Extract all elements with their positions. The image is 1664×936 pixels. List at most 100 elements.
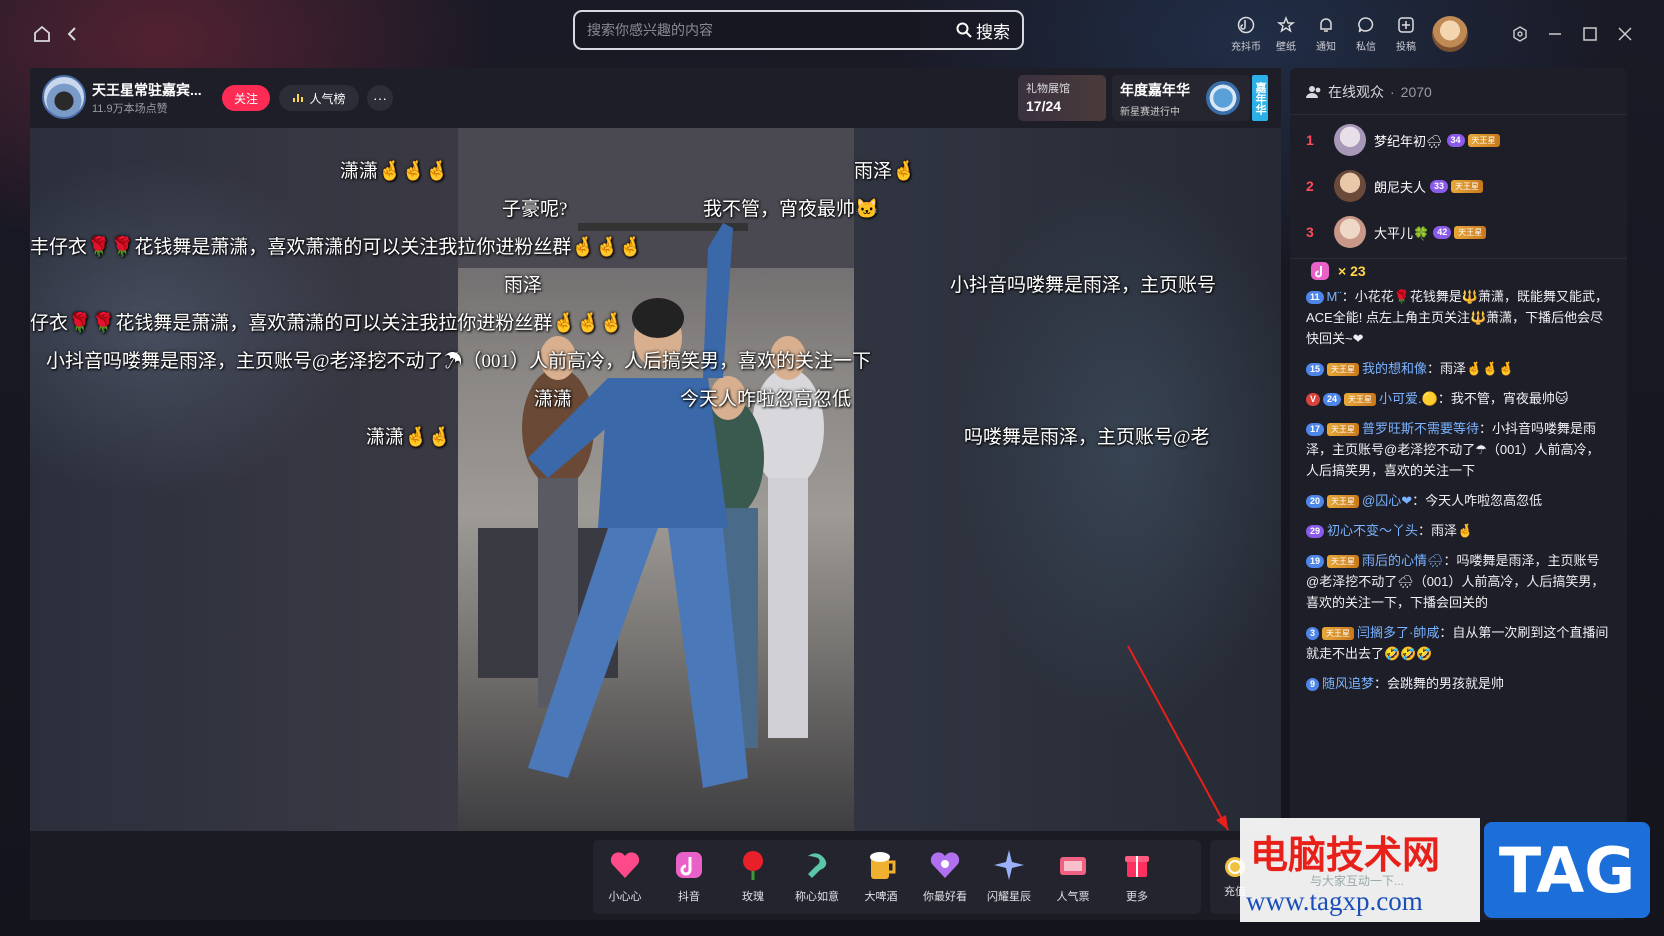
notification-button[interactable]: 通知 bbox=[1306, 14, 1346, 53]
minimize-icon[interactable] bbox=[1543, 22, 1567, 46]
rank-row[interactable]: 2 朗尼夫人 33 天王星 bbox=[1306, 166, 1606, 206]
carnival-banner[interactable]: 年度嘉年华 新星赛进行中 bbox=[1112, 75, 1250, 121]
gift-beer[interactable]: 大啤酒 bbox=[849, 846, 913, 904]
users-icon bbox=[1306, 86, 1321, 98]
bell-icon bbox=[1317, 14, 1335, 36]
carnival-medal-icon bbox=[1206, 81, 1240, 115]
close-icon[interactable] bbox=[1613, 22, 1637, 46]
rank-row[interactable]: 1 梦纪年初🌧 34 天王星 bbox=[1306, 120, 1606, 160]
watermark-panel: 电脑技术网 与大家互动一下... www.tagxp.com bbox=[1240, 818, 1480, 922]
search-bar: 搜索 bbox=[573, 10, 1024, 50]
search-icon bbox=[956, 22, 972, 38]
star-gift-icon bbox=[990, 846, 1028, 884]
rank-row[interactable]: 3 大平儿🍀 42 天王星 bbox=[1306, 212, 1606, 252]
host-avatar[interactable] bbox=[42, 75, 86, 119]
search-input[interactable] bbox=[575, 12, 956, 48]
chat-message[interactable]: 17 天王星 普罗旺斯不需要等待：小抖音吗喽舞是雨泽，主页账号@老泽挖不动了☂（00… bbox=[1306, 418, 1612, 481]
message-button[interactable]: 私信 bbox=[1346, 14, 1386, 53]
search-button[interactable]: 搜索 bbox=[956, 18, 1022, 43]
douyin-gift-icon bbox=[1311, 262, 1329, 280]
chat-user[interactable]: 随风追梦 bbox=[1322, 676, 1374, 691]
danmaku-item: 潇潇 bbox=[534, 389, 573, 410]
watermark-url: www.tagxp.com bbox=[1246, 886, 1423, 916]
upload-button[interactable]: 投稿 bbox=[1386, 14, 1426, 53]
rank-name: 大平儿🍀 bbox=[1374, 225, 1430, 241]
chat-message[interactable]: 20 天王星 @囚心❤：今天人咋啦忽高忽低 bbox=[1306, 490, 1612, 511]
chat-message[interactable]: 19 天王星 雨后的心情🌧：吗喽舞是雨泽，主页账号@老泽挖不动了🌧（001）人前高冷… bbox=[1306, 550, 1612, 613]
level-badge: 29 bbox=[1306, 525, 1325, 539]
watermark-title: 电脑技术网 bbox=[1250, 833, 1441, 877]
gift-heart[interactable]: 小心心 bbox=[593, 846, 657, 904]
gift-label: 抖音 bbox=[678, 891, 700, 903]
gift-label: 称心如意 bbox=[795, 891, 839, 903]
chat-user[interactable]: 小可爱.🟡 bbox=[1379, 391, 1438, 406]
audience-sidebar: 在线观众 · 2070 1 梦纪年初🌧 34 天王星 2 朗尼夫人 33 天王星… bbox=[1290, 68, 1627, 920]
host-info-bar: 天王星常驻嘉宾... 11.9万本场点赞 关注 人气榜 ··· 礼物展馆 17/… bbox=[30, 68, 1281, 128]
gift-label: 闪耀星辰 bbox=[987, 891, 1031, 903]
chat-message[interactable]: V 24 天王星 小可爱.🟡：我不管，宵夜最帅🐱 bbox=[1306, 388, 1612, 409]
fan-badge: 天王星 bbox=[1454, 225, 1487, 239]
gift-ruyi[interactable]: 称心如意 bbox=[785, 846, 849, 904]
chat-user[interactable]: 我的想和像 bbox=[1362, 361, 1427, 376]
gift-hall-banner[interactable]: 礼物展馆 17/24 bbox=[1018, 75, 1106, 121]
host-name[interactable]: 天王星常驻嘉宾... bbox=[92, 80, 202, 100]
ruyi-gift-icon bbox=[798, 846, 836, 884]
popularity-rank-button[interactable]: 人气榜 bbox=[279, 85, 359, 111]
rank-name: 梦纪年初🌧 bbox=[1374, 133, 1443, 149]
more-options-button[interactable]: ··· bbox=[367, 85, 393, 111]
audience-header[interactable]: 在线观众 · 2070 bbox=[1306, 82, 1432, 102]
fan-badge: 天王星 bbox=[1467, 133, 1500, 147]
chat-user[interactable]: 闫搁多了·帥咸 bbox=[1357, 625, 1439, 640]
user-avatar[interactable] bbox=[1432, 16, 1468, 52]
chat-message[interactable]: 29 初心不变～丫头：雨泽🤞 bbox=[1306, 520, 1612, 541]
video-stage[interactable]: 潇潇🤞🤞🤞 雨泽🤞 子豪呢? 我不管，宵夜最帅🐱 丰仔衣🌹🌹花钱舞是萧潇，喜欢萧… bbox=[30, 128, 1281, 831]
avatar bbox=[1334, 216, 1366, 248]
home-icon[interactable] bbox=[28, 20, 56, 48]
chat-user[interactable]: M¨ bbox=[1327, 289, 1342, 304]
maximize-icon[interactable] bbox=[1578, 22, 1602, 46]
gift-beauty[interactable]: 你最好看 bbox=[913, 846, 977, 904]
gift-label: 更多 bbox=[1126, 891, 1148, 903]
chat-message[interactable]: 9 随风追梦：会跳舞的男孩就是帅 bbox=[1306, 673, 1612, 694]
gift-label: 小心心 bbox=[608, 891, 642, 903]
level-badge: 19 bbox=[1306, 555, 1325, 569]
douyin-coin-icon bbox=[1237, 14, 1255, 36]
settings-icon[interactable] bbox=[1508, 22, 1532, 46]
gift-label: 玫瑰 bbox=[742, 891, 764, 903]
danmaku-item: 我不管，宵夜最帅🐱 bbox=[703, 199, 879, 220]
fan-badge: 天王星 bbox=[1327, 495, 1360, 509]
wallpaper-button[interactable]: 壁纸 bbox=[1266, 14, 1306, 53]
heart-gift-icon bbox=[606, 846, 644, 884]
vip-badge: V bbox=[1306, 393, 1321, 407]
chat-user[interactable]: 雨后的心情🌧 bbox=[1362, 553, 1444, 568]
chat-message[interactable]: 15 天王星 我的想和像：雨泽🤞🤞🤞 bbox=[1306, 358, 1612, 379]
gift-douyin[interactable]: 抖音 bbox=[657, 846, 721, 904]
recharge-coin-button[interactable]: 充抖币 bbox=[1226, 14, 1266, 53]
level-badge: 42 bbox=[1433, 225, 1452, 239]
level-badge: 24 bbox=[1323, 393, 1342, 407]
chat-message[interactable]: 3 天王星 闫搁多了·帥咸：自从第一次刷到这个直播间就走不出去了🤣🤣🤣 bbox=[1306, 622, 1612, 664]
chat-text: ：我不管，宵夜最帅🐱 bbox=[1437, 391, 1569, 406]
level-badge: 9 bbox=[1306, 678, 1320, 692]
chat-user[interactable]: 初心不变～丫头 bbox=[1327, 523, 1418, 538]
gift-ticket[interactable]: 人气票 bbox=[1041, 846, 1105, 904]
gift-star[interactable]: 闪耀星辰 bbox=[977, 846, 1041, 904]
gift-rose[interactable]: 玫瑰 bbox=[721, 846, 785, 904]
rank-number: 2 bbox=[1306, 178, 1314, 194]
level-badge: 17 bbox=[1306, 423, 1325, 437]
level-badge: 15 bbox=[1306, 363, 1325, 377]
chat-message[interactable]: 11 M¨：小花花🌹花钱舞是🔱萧潇，既能舞又能武，ACE全能! 点左上角主页关注🔱… bbox=[1306, 286, 1612, 349]
chat-user[interactable]: 普罗旺斯不需要等待 bbox=[1362, 421, 1479, 436]
top-bar: 搜索 充抖币 壁纸 通知 私信 投稿 bbox=[0, 0, 1664, 64]
chat-text: ：小花花🌹花钱舞是🔱萧潇，既能舞又能武，ACE全能! 点左上角主页关注🔱萧潇，下… bbox=[1306, 289, 1609, 346]
avatar bbox=[1334, 124, 1366, 156]
gift-label: 人气票 bbox=[1056, 891, 1090, 903]
danmaku-item: 潇潇🤞🤞 bbox=[366, 427, 452, 448]
back-icon[interactable] bbox=[58, 20, 86, 48]
beauty-gift-icon bbox=[926, 846, 964, 884]
gift-more[interactable]: 更多 bbox=[1105, 846, 1169, 904]
chat-user[interactable]: @囚心❤ bbox=[1362, 493, 1412, 508]
carnival-tag[interactable]: 嘉年华 bbox=[1252, 75, 1268, 121]
follow-button[interactable]: 关注 bbox=[222, 85, 270, 111]
danmaku-item: 雨泽🤞 bbox=[854, 161, 916, 182]
